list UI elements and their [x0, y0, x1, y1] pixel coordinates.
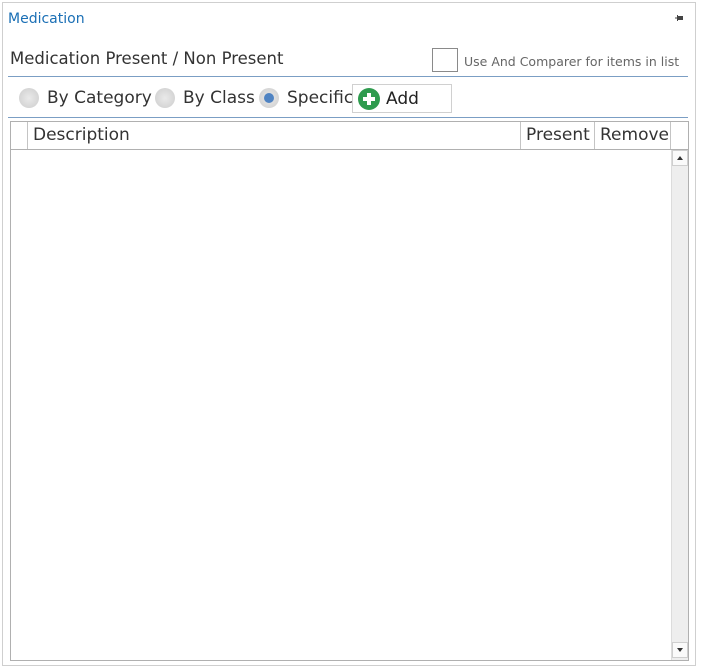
radio-by-category-label: By Category [47, 88, 152, 108]
add-button-label: Add [386, 89, 419, 109]
scroll-down-button[interactable] [672, 642, 688, 658]
radio-specific-label: Specific [287, 88, 354, 108]
column-header-present[interactable]: Present [521, 122, 595, 149]
section-title: Medication Present / Non Present [10, 49, 284, 68]
medication-panel: Medication Medication Present / Non Pres… [2, 2, 696, 666]
radio-by-category[interactable] [19, 88, 39, 108]
radio-by-class-label: By Class [183, 88, 255, 108]
plus-circle-icon [358, 88, 380, 110]
radio-by-class[interactable] [155, 88, 175, 108]
separator-bottom [8, 117, 688, 118]
radio-specific[interactable] [259, 88, 279, 108]
column-header-description[interactable]: Description [28, 122, 521, 149]
panel-title: Medication [8, 11, 85, 27]
scroll-up-button[interactable] [672, 150, 688, 166]
arrow-up-icon [677, 156, 683, 160]
add-button[interactable]: Add [352, 84, 452, 113]
pin-icon[interactable] [675, 13, 685, 23]
row-selector-header [11, 122, 28, 149]
arrow-down-icon [677, 648, 683, 652]
and-comparer-label: Use And Comparer for items in list [464, 54, 680, 69]
grid-header: Description Present Remove [11, 122, 688, 150]
separator-top [8, 76, 688, 77]
column-header-remove[interactable]: Remove [595, 122, 671, 149]
grid-vertical-scrollbar[interactable] [671, 150, 688, 660]
medication-grid: Description Present Remove [10, 121, 689, 661]
and-comparer-checkbox[interactable] [432, 48, 458, 72]
